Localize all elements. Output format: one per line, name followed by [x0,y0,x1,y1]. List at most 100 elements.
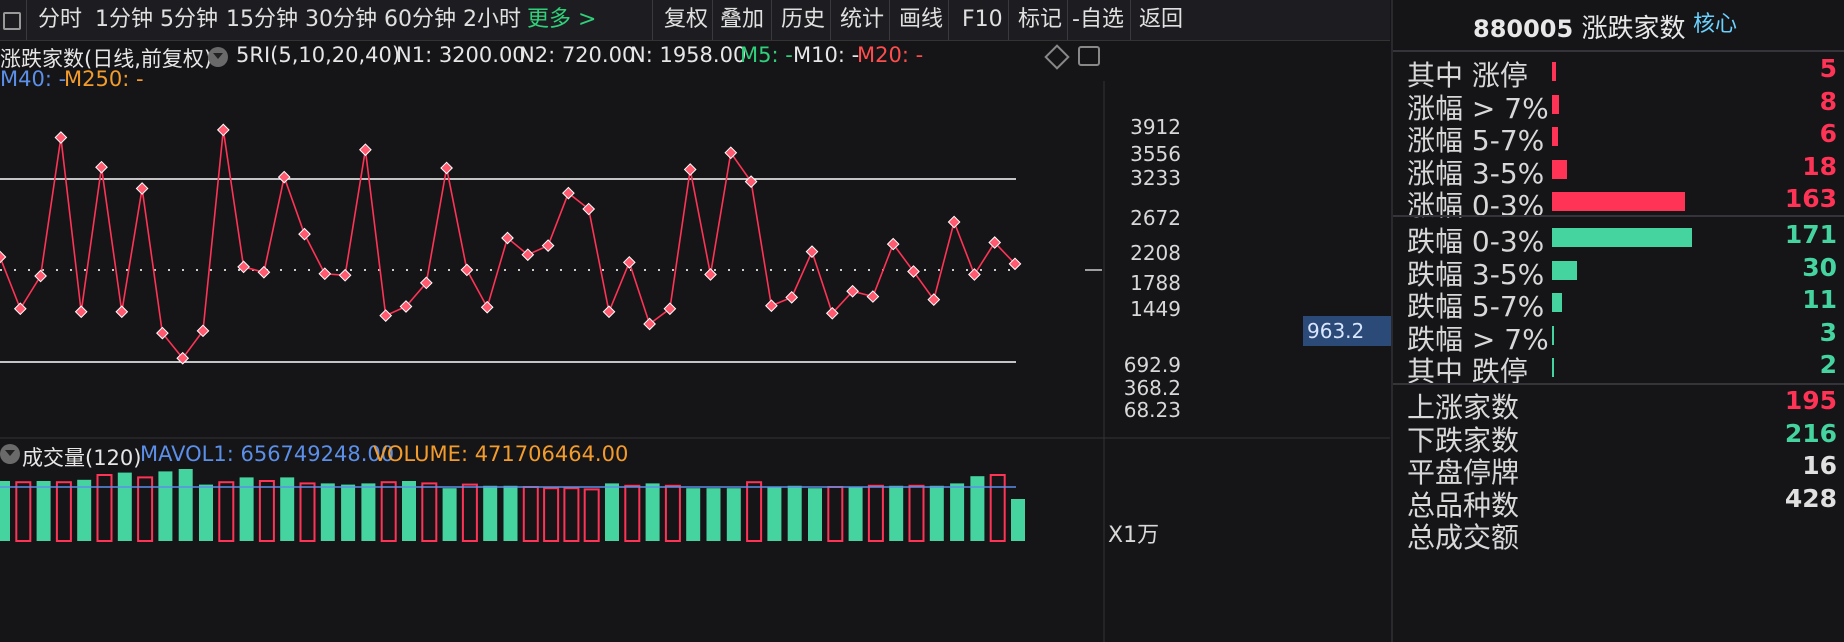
volume-bar [908,484,925,542]
stats-button[interactable]: 统计 [840,4,884,36]
down-range-row: 跌幅 5-7% 11 [1407,285,1837,323]
tab-intraday[interactable]: 分时 [38,4,82,36]
up-range-value: 163 [1784,184,1837,213]
adjust-button[interactable]: 复权 [664,4,708,36]
volume-bar [808,488,822,541]
up-range-value: 6 [1819,119,1837,148]
panel-divider [1393,215,1844,217]
mavol-value: MAVOL1: 656749248.00 [140,442,395,466]
core-label[interactable]: 核心 [1693,6,1737,38]
panel-divider [1393,50,1844,52]
volume-bar [1011,499,1025,541]
volume-bar [787,485,802,541]
volume-bar [218,481,235,543]
volume-bar [970,476,985,541]
tab-1min[interactable]: 1分钟 [95,4,153,36]
volume-bar [989,474,1006,542]
index-code: 880005 [1473,15,1574,43]
summary-row: 平盘停牌 16 [1407,451,1837,489]
data-point [622,255,636,269]
toolbar-divider [948,0,949,40]
history-button[interactable]: 历史 [781,4,825,36]
volume-bar [380,481,397,543]
volume-bar [848,487,863,541]
up-range-row: 涨幅 > 7% 8 [1407,86,1837,125]
y-tick-label: 692.9 [1124,353,1181,377]
data-point [298,227,311,241]
volume-bar [299,482,316,542]
volume-value: VOLUME: 471706464.00 [373,442,629,466]
down-range-bar [1552,260,1578,280]
chart-area: 涨跌家数(日线,前复权) 5RI(5,10,20,40) N1: 3200.00… [0,41,1391,642]
y-tick-label: 3233 [1130,166,1181,190]
draw-button[interactable]: 画线 [899,4,943,36]
remove-watchlist-button[interactable]: -自选 [1072,4,1124,36]
toolbar: 分时 1分钟 5分钟 15分钟 30分钟 60分钟 2小时 更多 > 复权 叠加… [0,0,1390,41]
mark-button[interactable]: 标记 [1018,4,1062,36]
down-range-value: 30 [1802,252,1837,282]
data-point [947,215,961,229]
volume-title: 成交量(120) [22,446,142,470]
data-point [440,161,453,175]
chart-svg: 3912 35563233 2672 2208 17881449 692.9368.268… [0,81,1390,642]
data-point [13,302,27,316]
tab-30min[interactable]: 30分钟 [305,4,377,36]
volume-bar [36,481,51,541]
volume-settings-icon[interactable] [0,444,20,464]
data-point [216,123,230,137]
volume-bar [563,487,580,543]
tab-5min[interactable]: 5分钟 [160,4,218,36]
summary-value: 16 [1802,451,1837,480]
overlay-button[interactable]: 叠加 [720,4,764,36]
current-value-tag: 963.2 [1303,316,1391,346]
up-range-row: 涨幅 3-5% 18 [1407,152,1837,190]
index-name: 涨跌家数 [1581,14,1686,44]
summary-row: 总成交额 [1407,516,1837,554]
panel-title: 880005 涨跌家数 [1473,8,1685,45]
right-panel: 880005 涨跌家数 核心 其中 涨停 5 涨幅 > 7% 8 涨幅 5-7% 6 涨幅 … [1391,0,1844,642]
volume-bar [15,481,32,543]
down-range-value: 3 [1819,317,1837,347]
data-point [115,305,129,319]
f10-button[interactable]: F10 [962,4,1003,36]
data-point [359,143,372,157]
volume-bar [77,479,92,541]
up-range-value: 5 [1819,54,1837,83]
data-point [744,175,758,189]
volume-bar [361,483,376,541]
volume-bar [767,487,782,541]
back-button[interactable]: 返回 [1139,4,1183,36]
panel-divider [1393,383,1844,385]
up-range-bar [1552,127,1558,146]
tab-15min[interactable]: 15分钟 [226,4,298,36]
up-range-label: 涨幅 0-3% [1407,189,1545,222]
volume-bar [583,488,600,542]
more-button[interactable]: 更多 > [527,4,596,36]
up-range-bar [1552,159,1568,179]
down-range-bar [1552,293,1562,312]
volume-bar [117,472,132,541]
up-range-bar [1552,62,1557,81]
volume-bar [461,483,478,543]
toolbar-divider [1130,0,1131,40]
down-range-bar [1552,325,1555,345]
summary-row: 下跌家数 216 [1407,419,1837,457]
menu-square-icon[interactable] [3,12,21,30]
up-range-row: 其中 涨停 5 [1407,54,1837,92]
volume-bar [320,483,335,541]
volume-bar [341,484,356,541]
toolbar-divider [889,0,890,40]
tab-60min[interactable]: 60分钟 [384,4,456,36]
y-tick-label: 3912 [1130,115,1181,139]
down-range-row: 跌幅 3-5% 30 [1407,252,1837,291]
data-point [379,309,393,322]
volume-unit: X1万 [1108,523,1160,548]
data-point [257,265,271,279]
volume-bar [726,488,741,541]
data-point [34,269,47,283]
toolbar-divider [830,0,831,40]
volume-bar [199,484,213,541]
up-range-row: 涨幅 5-7% 6 [1407,119,1837,157]
tab-2hour[interactable]: 2小时 [463,4,521,36]
up-range-value: 8 [1819,86,1837,116]
